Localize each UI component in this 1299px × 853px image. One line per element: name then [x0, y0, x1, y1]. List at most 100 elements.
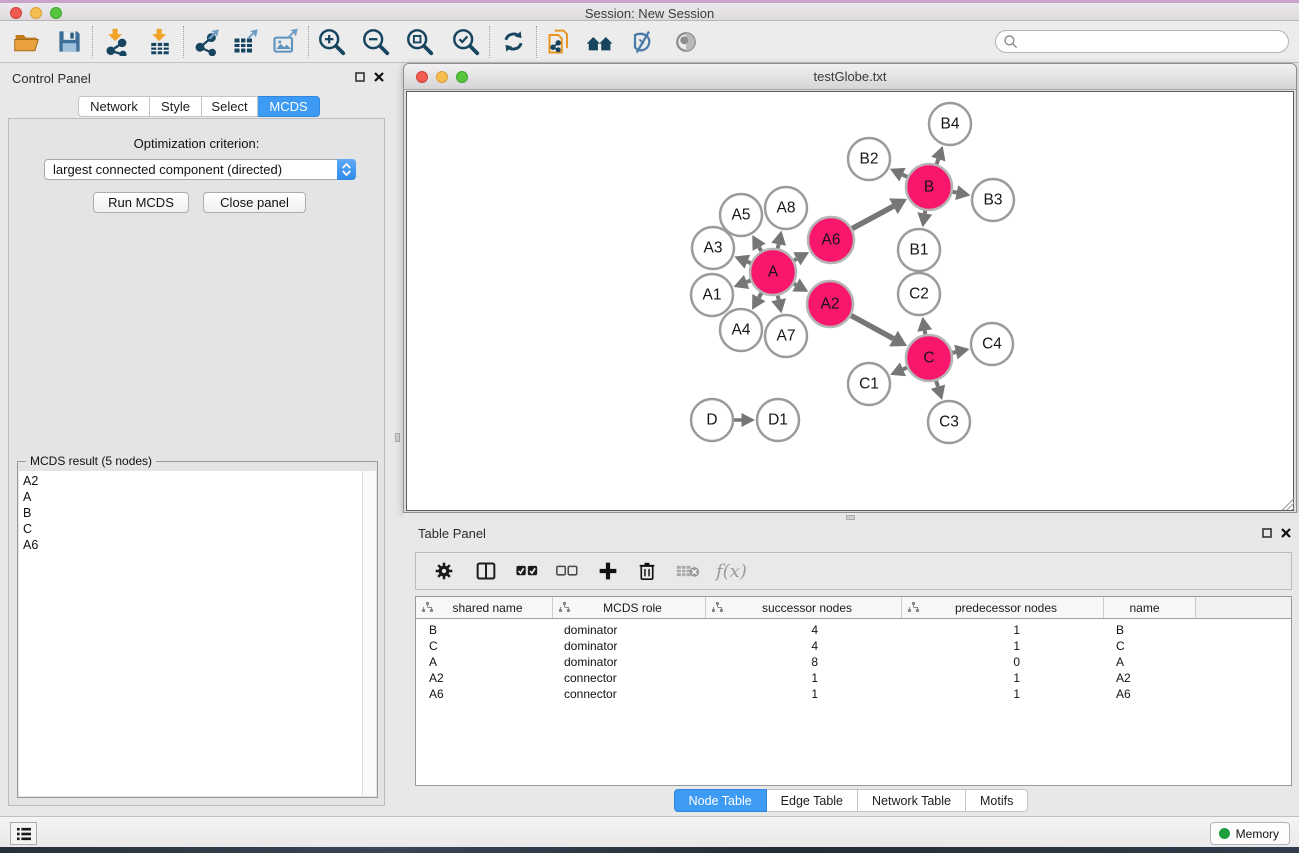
splitter-handle[interactable]: [846, 515, 855, 520]
tab-edge-table[interactable]: Edge Table: [767, 789, 858, 812]
export-network-button[interactable]: [192, 27, 222, 57]
zoom-selected-icon: [451, 27, 481, 57]
tab-mcds[interactable]: MCDS: [258, 96, 320, 117]
edge-arrowhead-icon: [742, 413, 756, 427]
column-header-mcds-role[interactable]: MCDS role: [553, 597, 706, 618]
show-task-history-button[interactable]: [10, 822, 37, 845]
mcds-result-item[interactable]: A: [23, 489, 362, 505]
table-row[interactable]: A2connector11A2: [416, 671, 1291, 687]
tab-motifs[interactable]: Motifs: [966, 789, 1028, 812]
window-titlebar[interactable]: Session: New Session: [0, 0, 1299, 21]
table-cell: 1: [902, 671, 1104, 687]
edge-C-C2[interactable]: [925, 331, 926, 335]
import-table-button[interactable]: [145, 27, 175, 57]
resize-grip-icon[interactable]: [1282, 498, 1294, 510]
close-panel-icon[interactable]: [1281, 528, 1291, 538]
deselect-all-button[interactable]: [556, 565, 578, 577]
edge-A-A1[interactable]: [747, 280, 751, 281]
export-table-button[interactable]: [230, 27, 260, 57]
float-panel-icon[interactable]: [355, 72, 365, 82]
tab-network[interactable]: Network: [78, 96, 150, 117]
edge-A-A2[interactable]: [794, 284, 796, 285]
table-row[interactable]: Adominator80A: [416, 655, 1291, 671]
splitter-handle[interactable]: [395, 433, 400, 442]
search-input[interactable]: [1019, 33, 1288, 51]
edge-A-A4[interactable]: [759, 293, 762, 298]
select-all-button[interactable]: [516, 565, 538, 577]
delete-table-button[interactable]: [676, 564, 700, 578]
table-row[interactable]: A6connector11A6: [416, 687, 1291, 703]
column-header-successor-nodes[interactable]: successor nodes: [706, 597, 902, 618]
mcds-result-list[interactable]: A2ABCA6: [19, 471, 362, 796]
add-column-button[interactable]: [598, 561, 618, 581]
float-panel-icon[interactable]: [1262, 528, 1272, 538]
close-panel-icon[interactable]: [374, 72, 384, 82]
export-image-button[interactable]: [270, 27, 300, 57]
control-panel-tabs: Network Style Select MCDS: [78, 96, 320, 117]
column-header-predecessor-nodes[interactable]: predecessor nodes: [902, 597, 1104, 618]
mcds-result-item[interactable]: A2: [23, 473, 362, 489]
network-canvas[interactable]: B4B2BB3A8A5A6A3B1AA1C2A2A4A7C4CC1DD1C3: [406, 91, 1294, 511]
column-header-shared-name[interactable]: shared name: [416, 597, 553, 618]
tab-select[interactable]: Select: [202, 96, 258, 117]
zoom-selected-button[interactable]: [451, 27, 481, 57]
delete-column-button[interactable]: [638, 561, 656, 581]
column-layout-button[interactable]: [476, 561, 496, 581]
table-cell: 4: [706, 639, 902, 655]
tab-network-table[interactable]: Network Table: [858, 789, 966, 812]
edge-C-C4[interactable]: [952, 352, 955, 353]
table-settings-button[interactable]: [434, 561, 454, 581]
mcds-result-scrollbar[interactable]: [362, 471, 376, 796]
mcds-result-item[interactable]: C: [23, 521, 362, 537]
mcds-result-item[interactable]: B: [23, 505, 362, 521]
edge-B-B4[interactable]: [937, 159, 939, 164]
memory-status-icon: [1219, 828, 1230, 839]
edge-A-A3[interactable]: [747, 262, 750, 263]
clone-network-button[interactable]: [545, 27, 575, 57]
node-table[interactable]: shared name MCDS role successor nodes pr…: [415, 596, 1292, 786]
dropdown-stepper-icon[interactable]: [337, 159, 356, 180]
column-header-name[interactable]: name: [1104, 597, 1196, 618]
vertical-splitter[interactable]: [392, 64, 403, 814]
zoom-fit-icon: [405, 27, 435, 57]
edge-C-C3[interactable]: [936, 381, 938, 387]
network-window-titlebar[interactable]: testGlobe.txt: [404, 64, 1296, 90]
run-mcds-button[interactable]: Run MCDS: [93, 192, 189, 213]
edge-C-C1[interactable]: [903, 368, 907, 370]
hide-details-icon: [628, 28, 656, 56]
network-graph[interactable]: B4B2BB3A8A5A6A3B1AA1C2A2A4A7C4CC1DD1C3: [407, 92, 1293, 510]
save-session-button[interactable]: [54, 27, 84, 57]
refresh-layout-button[interactable]: [498, 27, 528, 57]
tab-style[interactable]: Style: [150, 96, 202, 117]
import-network-button[interactable]: [101, 27, 131, 57]
edge-A-A7[interactable]: [778, 296, 779, 300]
zoom-in-button[interactable]: [317, 27, 347, 57]
edge-A2-C[interactable]: [851, 315, 893, 338]
close-panel-button[interactable]: Close panel: [203, 192, 306, 213]
memory-button[interactable]: Memory: [1210, 822, 1290, 845]
edge-A-A5[interactable]: [759, 247, 761, 251]
open-session-button[interactable]: [12, 27, 42, 57]
function-builder-button[interactable]: f(x): [716, 561, 747, 582]
edge-A6-B[interactable]: [852, 206, 893, 228]
horizontal-splitter[interactable]: [403, 513, 1299, 521]
tab-node-table[interactable]: Node Table: [674, 789, 767, 812]
unchecked-boxes-icon: [556, 565, 578, 577]
table-row[interactable]: Cdominator41C: [416, 639, 1291, 655]
home-layout-button[interactable]: [585, 27, 615, 57]
mcds-result-item[interactable]: A6: [23, 537, 362, 553]
zoom-out-button[interactable]: [361, 27, 391, 57]
search-field[interactable]: [995, 30, 1289, 53]
zoom-fit-button[interactable]: [405, 27, 435, 57]
network-view-window[interactable]: testGlobe.txt B4B2BB3A8A5A6A3B1AA1C2A2A4…: [403, 63, 1297, 513]
header-filler: [1196, 597, 1291, 618]
criterion-dropdown[interactable]: largest connected component (directed): [44, 159, 356, 180]
attribute-icon: [559, 602, 570, 613]
edge-A-A6[interactable]: [794, 259, 797, 261]
edge-A-A8[interactable]: [778, 244, 779, 248]
edge-B-B2[interactable]: [903, 175, 908, 177]
table-row[interactable]: Bdominator41B: [416, 623, 1291, 639]
edge-B-B3[interactable]: [953, 192, 957, 193]
hide-graphics-details-button[interactable]: [627, 27, 657, 57]
toggle-view-button[interactable]: [671, 27, 701, 57]
